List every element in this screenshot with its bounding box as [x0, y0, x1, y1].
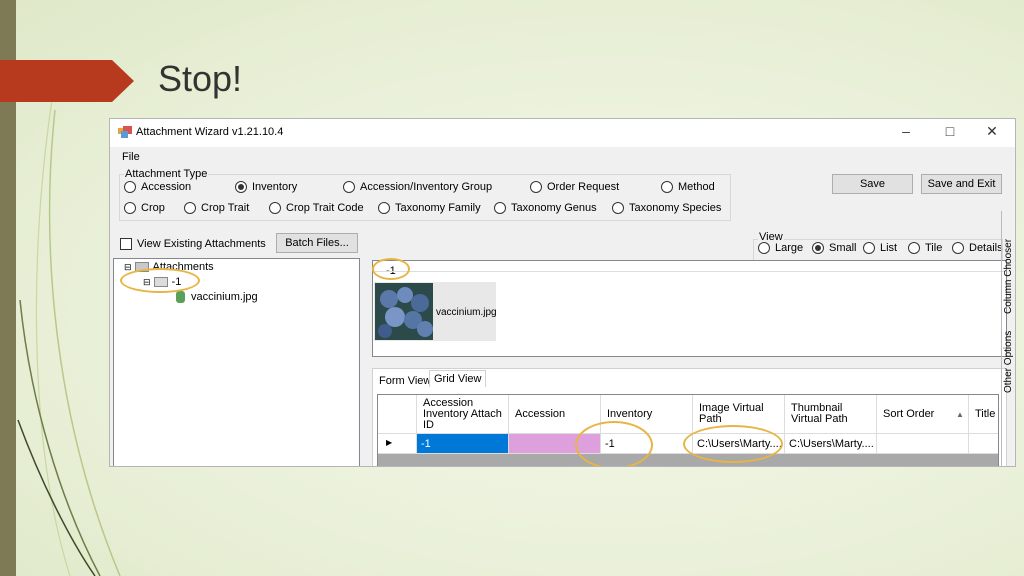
- grid-empty-area: [378, 454, 998, 466]
- save-button[interactable]: Save: [832, 174, 913, 194]
- radio-icon: [758, 242, 770, 254]
- side-tab-strip: Column Chooser Other Options: [1001, 211, 1015, 466]
- app-icon: [118, 126, 132, 138]
- grid-header-accession-inventory-attach-id[interactable]: Accession Inventory Attach ID: [417, 395, 509, 434]
- thumbnail-label: vaccinium.jpg: [436, 307, 497, 318]
- view-existing-checkbox[interactable]: View Existing Attachments: [120, 238, 266, 250]
- data-grid[interactable]: Accession Inventory Attach ID Accession …: [377, 394, 999, 466]
- radio-taxonomy-family[interactable]: Taxonomy Family: [378, 202, 481, 214]
- radio-inventory[interactable]: Inventory: [235, 181, 297, 193]
- radio-icon: [343, 181, 355, 193]
- radio-icon: [184, 202, 196, 214]
- radio-crop[interactable]: Crop: [124, 202, 165, 214]
- radio-view-small[interactable]: Small: [812, 242, 857, 254]
- tree-file-vaccinium[interactable]: vaccinium.jpg: [176, 291, 258, 303]
- title-bar: Attachment Wizard v1.21.10.4 – □ ✕: [110, 119, 1015, 147]
- preview-divider: [375, 271, 1005, 272]
- radio-icon: [378, 202, 390, 214]
- highlight-circle: [683, 425, 783, 463]
- radio-icon: [612, 202, 624, 214]
- checkbox-icon: [120, 238, 132, 250]
- radio-view-large[interactable]: Large: [758, 242, 803, 254]
- window-title: Attachment Wizard v1.21.10.4: [136, 126, 284, 138]
- radio-accession-inventory-group[interactable]: Accession/Inventory Group: [343, 181, 492, 193]
- radio-checked-icon: [235, 181, 247, 193]
- sort-up-icon: ▲: [956, 410, 964, 419]
- grid-cell-attach-id[interactable]: -1: [417, 434, 509, 454]
- tab-grid-view[interactable]: Grid View: [429, 370, 487, 387]
- other-options-tab[interactable]: Other Options: [1003, 327, 1015, 397]
- radio-crop-trait[interactable]: Crop Trait: [184, 202, 249, 214]
- radio-icon: [124, 202, 136, 214]
- grid-cell-sort-order[interactable]: [877, 434, 969, 454]
- grid-header-title[interactable]: Title: [969, 395, 998, 434]
- column-chooser-tab[interactable]: Column Chooser: [1003, 231, 1015, 321]
- radio-taxonomy-genus[interactable]: Taxonomy Genus: [494, 202, 597, 214]
- grid-cell-title[interactable]: [969, 434, 998, 454]
- highlight-circle: [575, 421, 653, 466]
- radio-icon: [908, 242, 920, 254]
- maximize-icon[interactable]: □: [940, 123, 960, 141]
- row-header-cell: [378, 395, 417, 434]
- grid-header-thumbnail-virtual-path[interactable]: Thumbnail Virtual Path: [785, 395, 877, 434]
- radio-method[interactable]: Method: [661, 181, 715, 193]
- tab-form-view[interactable]: Form View: [375, 373, 435, 389]
- radio-icon: [124, 181, 136, 193]
- vaccinium-thumbnail: [375, 283, 433, 340]
- radio-crop-trait-code[interactable]: Crop Trait Code: [269, 202, 364, 214]
- highlight-circle: [120, 268, 200, 293]
- attachment-wizard-window: Attachment Wizard v1.21.10.4 – □ ✕ File …: [109, 118, 1016, 467]
- radio-order-request[interactable]: Order Request: [530, 181, 619, 193]
- radio-checked-icon: [812, 242, 824, 254]
- grid-cell-thumbnail-path[interactable]: C:\Users\Marty....: [785, 434, 877, 454]
- radio-icon: [661, 181, 673, 193]
- attachment-file-icon: [176, 291, 185, 303]
- attachment-type-label: Attachment Type: [124, 168, 209, 180]
- radio-view-tile[interactable]: Tile: [908, 242, 942, 254]
- radio-icon: [269, 202, 281, 214]
- row-selector-icon[interactable]: ▶: [378, 434, 417, 454]
- title-arrow: [0, 60, 134, 102]
- radio-icon: [530, 181, 542, 193]
- save-and-exit-button[interactable]: Save and Exit: [921, 174, 1002, 194]
- menu-file[interactable]: File: [122, 151, 140, 163]
- radio-icon: [863, 242, 875, 254]
- radio-icon: [952, 242, 964, 254]
- close-icon[interactable]: ✕: [982, 123, 1002, 141]
- radio-accession[interactable]: Accession: [124, 181, 191, 193]
- radio-icon: [494, 202, 506, 214]
- radio-view-details[interactable]: Details: [952, 242, 1003, 254]
- highlight-circle: [372, 258, 410, 280]
- slide-title: Stop!: [158, 58, 243, 99]
- radio-taxonomy-species[interactable]: Taxonomy Species: [612, 202, 721, 214]
- batch-files-button[interactable]: Batch Files...: [276, 233, 358, 253]
- minimize-icon[interactable]: –: [896, 123, 916, 141]
- radio-view-list[interactable]: List: [863, 242, 897, 254]
